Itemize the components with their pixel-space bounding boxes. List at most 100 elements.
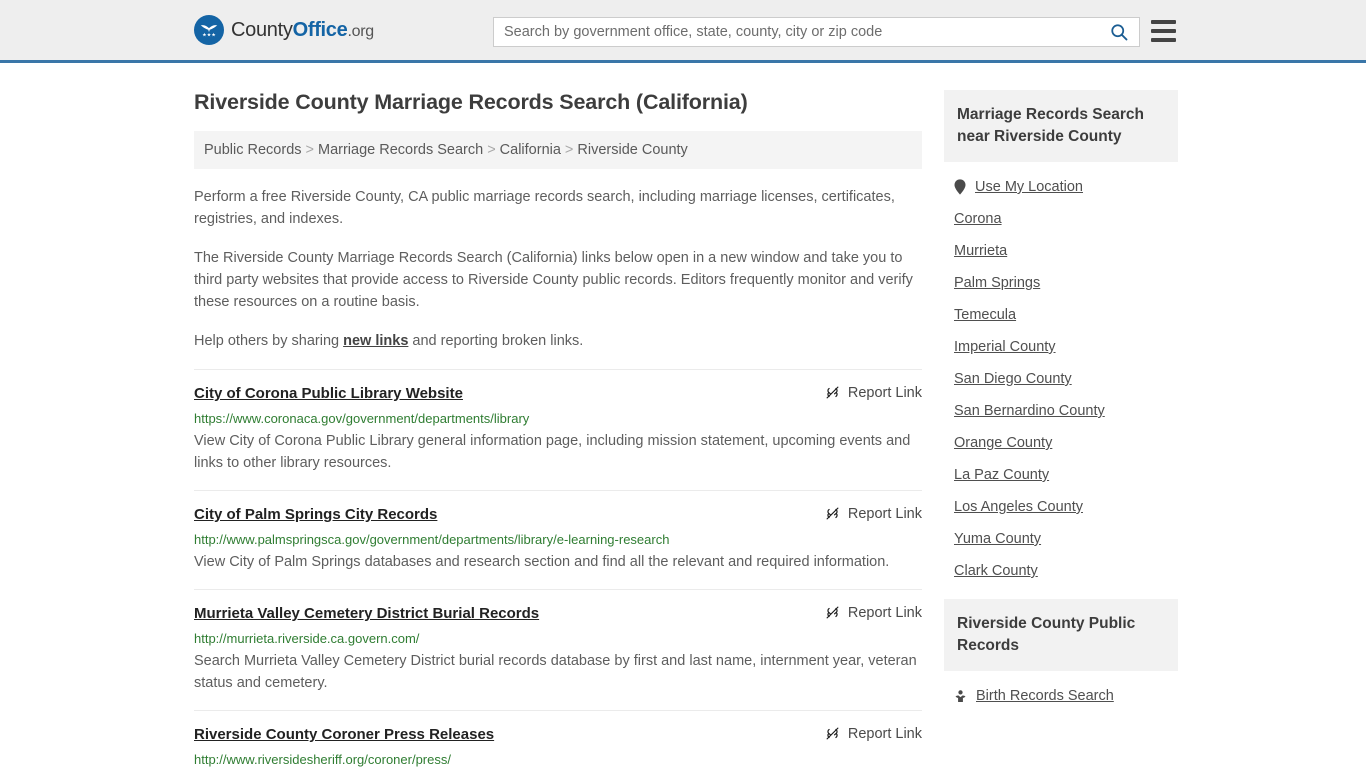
sidebar-nearby-link-row[interactable]: Temecula <box>944 299 1178 331</box>
sidebar-nearby-link[interactable]: Murrieta <box>954 243 1007 259</box>
result-header: Riverside County Coroner Press Releases R… <box>194 725 922 745</box>
breadcrumb-item-3: Riverside County <box>577 142 688 158</box>
sidebar-nearby-link[interactable]: San Diego County <box>954 371 1072 387</box>
result-header: City of Palm Springs City Records Report … <box>194 505 922 525</box>
report-link-label: Report Link <box>847 505 922 522</box>
search-input[interactable] <box>494 18 1099 46</box>
breadcrumb: Public Records > Marriage Records Search > C… <box>194 131 922 169</box>
baby-icon <box>954 689 967 703</box>
result-url[interactable]: http://murrieta.riverside.ca.govern.com/ <box>194 630 922 648</box>
intro-p3-before: Help others by sharing <box>194 333 344 349</box>
site-logo-text: CountyOffice.org <box>231 19 374 42</box>
sidebar-nearby-link[interactable]: Temecula <box>954 307 1016 323</box>
breadcrumb-separator-1: > <box>487 142 496 158</box>
brand-part-county: County <box>231 18 293 41</box>
result-url[interactable]: http://www.palmspringsca.gov/government/… <box>194 531 922 549</box>
hamburger-menu-icon[interactable] <box>1151 20 1176 42</box>
sidebar-nearby-link-row[interactable]: Palm Springs <box>944 267 1178 299</box>
sidebar-nearby-links: Use My Location Corona Murrieta Palm Sprin… <box>944 162 1178 587</box>
sidebar-nearby-link-row[interactable]: Clark County <box>944 555 1178 587</box>
page-title: Riverside County Marriage Records Search… <box>194 90 748 114</box>
result-item: Riverside County Coroner Press Releases R… <box>194 710 922 768</box>
use-my-location-link[interactable]: Use My Location <box>975 179 1083 195</box>
broken-link-icon <box>824 505 841 522</box>
breadcrumb-separator-0: > <box>305 142 314 158</box>
result-item: City of Palm Springs City Records Report … <box>194 490 922 589</box>
sidebar-nearby-link-row[interactable]: Imperial County <box>944 331 1178 363</box>
site-logo[interactable]: CountyOffice.org <box>194 15 374 45</box>
broken-link-icon <box>824 604 841 621</box>
search-button[interactable] <box>1099 18 1139 46</box>
result-description: View City of Palm Springs databases and … <box>194 554 890 570</box>
sidebar-nearby-link[interactable]: Los Angeles County <box>954 499 1083 515</box>
sidebar: Marriage Records Search near Riverside C… <box>944 63 1178 768</box>
eagle-seal-icon <box>194 15 224 45</box>
sidebar-nearby-link[interactable]: Imperial County <box>954 339 1056 355</box>
sidebar-nearby-link-row[interactable]: San Diego County <box>944 363 1178 395</box>
search-icon <box>1109 22 1129 42</box>
report-link-label: Report Link <box>847 384 922 401</box>
brand-part-office: Office <box>292 18 348 41</box>
hamburger-bar-3 <box>1151 38 1176 42</box>
result-description: View City of Corona Public Library gener… <box>194 433 911 471</box>
report-link-label: Report Link <box>847 604 922 621</box>
result-title-link[interactable]: City of Palm Springs City Records <box>194 505 437 525</box>
sidebar-public-records-heading: Riverside County Public Records <box>944 599 1178 671</box>
result-title-link[interactable]: Murrieta Valley Cemetery District Burial… <box>194 604 539 624</box>
sidebar-nearby-link[interactable]: Orange County <box>954 435 1052 451</box>
sidebar-nearby-link-row[interactable]: La Paz County <box>944 459 1178 491</box>
result-description: Search Murrieta Valley Cemetery District… <box>194 653 917 691</box>
report-link-button[interactable]: Report Link <box>824 604 922 621</box>
intro-paragraph-3: Help others by sharing new links and rep… <box>194 330 922 352</box>
result-url[interactable]: http://www.riversidesheriff.org/coroner/… <box>194 751 922 768</box>
hamburger-bar-2 <box>1151 29 1176 33</box>
main-content: Riverside County Marriage Records Search… <box>194 63 922 768</box>
breadcrumb-item-2[interactable]: California <box>500 142 561 158</box>
report-link-button[interactable]: Report Link <box>824 725 922 742</box>
page-container: Riverside County Marriage Records Search… <box>0 63 1366 768</box>
results-list: City of Corona Public Library Website Rep… <box>194 369 922 768</box>
sidebar-nearby-link-row[interactable]: Orange County <box>944 427 1178 459</box>
sidebar-public-records-links: Birth Records Search <box>944 671 1178 712</box>
result-title-link[interactable]: City of Corona Public Library Website <box>194 384 463 404</box>
new-links-link[interactable]: new links <box>343 333 408 349</box>
sidebar-nearby-link-row[interactable]: Corona <box>944 203 1178 235</box>
breadcrumb-item-1[interactable]: Marriage Records Search <box>318 142 483 158</box>
result-header: Murrieta Valley Cemetery District Burial… <box>194 604 922 624</box>
sidebar-nearby-link[interactable]: San Bernardino County <box>954 403 1105 419</box>
sidebar-nearby-link-container: Corona Murrieta Palm Springs Temecula Imperi… <box>944 203 1178 587</box>
sidebar-nearby-link[interactable]: Clark County <box>954 563 1038 579</box>
sidebar-nearby-link-row[interactable]: San Bernardino County <box>944 395 1178 427</box>
sidebar-nearby-link-row[interactable]: Yuma County <box>944 523 1178 555</box>
sidebar-public-records-row[interactable]: Birth Records Search <box>944 680 1178 712</box>
result-header: City of Corona Public Library Website Rep… <box>194 384 922 404</box>
report-link-button[interactable]: Report Link <box>824 384 922 401</box>
result-item: Murrieta Valley Cemetery District Burial… <box>194 589 922 710</box>
sidebar-use-my-location[interactable]: Use My Location <box>944 171 1178 203</box>
sidebar-nearby-link[interactable]: Palm Springs <box>954 275 1040 291</box>
map-pin-icon <box>954 179 966 195</box>
breadcrumb-item-0[interactable]: Public Records <box>204 142 302 158</box>
intro-paragraph-2: The Riverside County Marriage Records Se… <box>194 250 913 310</box>
sidebar-nearby-link[interactable]: Yuma County <box>954 531 1041 547</box>
sidebar-nearby-link-row[interactable]: Murrieta <box>944 235 1178 267</box>
hamburger-bar-1 <box>1151 20 1176 24</box>
result-url[interactable]: https://www.coronaca.gov/government/depa… <box>194 410 922 428</box>
broken-link-icon <box>824 384 841 401</box>
sidebar-nearby-heading: Marriage Records Search near Riverside C… <box>944 90 1178 162</box>
result-item: City of Corona Public Library Website Rep… <box>194 369 922 490</box>
broken-link-icon <box>824 725 841 742</box>
search-bar <box>493 17 1140 47</box>
intro-p3-after: and reporting broken links. <box>408 333 584 349</box>
intro-paragraph-1: Perform a free Riverside County, CA publ… <box>194 189 895 227</box>
sidebar-nearby-link-row[interactable]: Los Angeles County <box>944 491 1178 523</box>
breadcrumb-separator-2: > <box>564 142 574 158</box>
sidebar-nearby-link[interactable]: La Paz County <box>954 467 1049 483</box>
sidebar-public-records-link[interactable]: Birth Records Search <box>976 688 1114 704</box>
brand-part-tld: .org <box>347 22 374 40</box>
report-link-label: Report Link <box>847 725 922 742</box>
report-link-button[interactable]: Report Link <box>824 505 922 522</box>
sidebar-nearby-link[interactable]: Corona <box>954 211 1002 227</box>
result-title-link[interactable]: Riverside County Coroner Press Releases <box>194 725 494 745</box>
